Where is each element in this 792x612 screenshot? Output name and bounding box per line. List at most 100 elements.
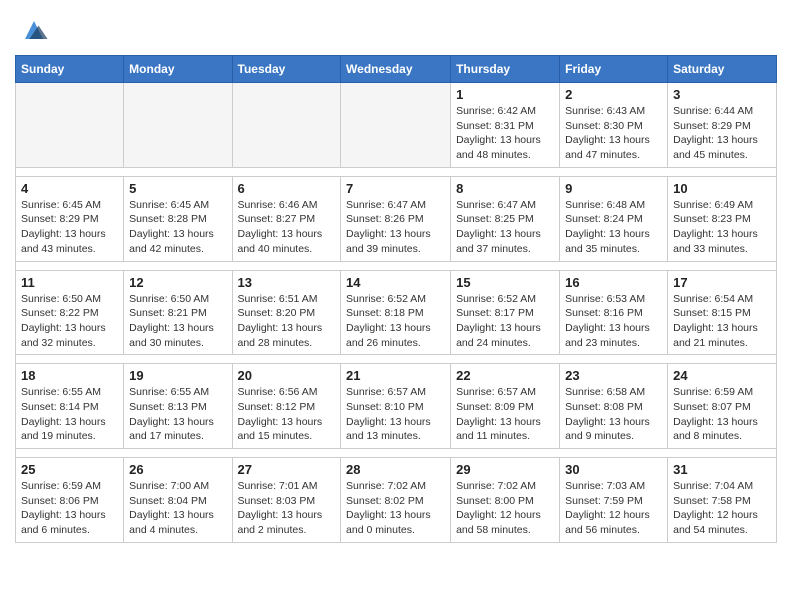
day-info: Sunrise: 6:57 AMSunset: 8:10 PMDaylight:… xyxy=(346,385,445,444)
empty-cell xyxy=(124,83,232,168)
empty-cell xyxy=(16,83,124,168)
day-cell: 5 Sunrise: 6:45 AMSunset: 8:28 PMDaylight… xyxy=(124,176,232,261)
week-separator xyxy=(16,167,777,176)
day-of-week-header: Thursday xyxy=(451,56,560,83)
day-of-week-header: Monday xyxy=(124,56,232,83)
day-number: 27 xyxy=(238,462,336,477)
day-cell: 28Sunrise: 7:02 AMSunset: 8:02 PMDayligh… xyxy=(341,458,451,543)
day-number: 21 xyxy=(346,368,445,383)
day-cell: 13Sunrise: 6:51 AMSunset: 8:20 PMDayligh… xyxy=(232,270,341,355)
day-cell: 17 Sunrise: 6:54 AMSunset: 8:15 PMDayligh… xyxy=(668,270,777,355)
day-number: 5 xyxy=(129,181,226,196)
day-info: Sunrise: 6:52 AMSunset: 8:17 PMDaylight:… xyxy=(456,292,554,351)
page-header xyxy=(15,15,777,45)
day-cell: 20 Sunrise: 6:56 AMSunset: 8:12 PMDayligh… xyxy=(232,364,341,449)
day-number: 16 xyxy=(565,275,662,290)
empty-cell xyxy=(341,83,451,168)
day-cell: 31Sunrise: 7:04 AMSunset: 7:58 PMDayligh… xyxy=(668,458,777,543)
day-cell: 2 Sunrise: 6:43 AMSunset: 8:30 PMDaylight… xyxy=(560,83,668,168)
day-number: 19 xyxy=(129,368,226,383)
day-info: Sunrise: 6:54 AMSunset: 8:15 PMDaylight:… xyxy=(673,292,771,351)
calendar-table: SundayMondayTuesdayWednesdayThursdayFrid… xyxy=(15,55,777,543)
day-cell: 30 Sunrise: 7:03 AMSunset: 7:59 PMDayligh… xyxy=(560,458,668,543)
day-number: 26 xyxy=(129,462,226,477)
day-number: 6 xyxy=(238,181,336,196)
day-number: 7 xyxy=(346,181,445,196)
calendar-week-row: 4Sunrise: 6:45 AMSunset: 8:29 PMDaylight… xyxy=(16,176,777,261)
day-cell: 8 Sunrise: 6:47 AMSunset: 8:25 PMDaylight… xyxy=(451,176,560,261)
day-number: 20 xyxy=(238,368,336,383)
day-number: 13 xyxy=(238,275,336,290)
day-info: Sunrise: 6:59 AMSunset: 8:06 PMDaylight:… xyxy=(21,479,118,538)
day-number: 11 xyxy=(21,275,118,290)
day-info: Sunrise: 6:49 AMSunset: 8:23 PMDaylight:… xyxy=(673,198,771,257)
day-of-week-header: Saturday xyxy=(668,56,777,83)
day-cell: 6 Sunrise: 6:46 AMSunset: 8:27 PMDaylight… xyxy=(232,176,341,261)
day-number: 23 xyxy=(565,368,662,383)
day-number: 15 xyxy=(456,275,554,290)
calendar-week-row: 18 Sunrise: 6:55 AMSunset: 8:14 PMDayligh… xyxy=(16,364,777,449)
day-cell: 27 Sunrise: 7:01 AMSunset: 8:03 PMDayligh… xyxy=(232,458,341,543)
day-cell: 19Sunrise: 6:55 AMSunset: 8:13 PMDayligh… xyxy=(124,364,232,449)
day-number: 3 xyxy=(673,87,771,102)
week-separator xyxy=(16,355,777,364)
week-separator xyxy=(16,261,777,270)
day-of-week-header: Friday xyxy=(560,56,668,83)
day-of-week-header: Sunday xyxy=(16,56,124,83)
day-info: Sunrise: 6:58 AMSunset: 8:08 PMDaylight:… xyxy=(565,385,662,444)
day-cell: 21 Sunrise: 6:57 AMSunset: 8:10 PMDayligh… xyxy=(341,364,451,449)
day-info: Sunrise: 6:50 AMSunset: 8:21 PMDaylight:… xyxy=(129,292,226,351)
day-number: 8 xyxy=(456,181,554,196)
day-info: Sunrise: 6:59 AMSunset: 8:07 PMDaylight:… xyxy=(673,385,771,444)
day-info: Sunrise: 6:56 AMSunset: 8:12 PMDaylight:… xyxy=(238,385,336,444)
day-info: Sunrise: 6:57 AMSunset: 8:09 PMDaylight:… xyxy=(456,385,554,444)
day-of-week-header: Tuesday xyxy=(232,56,341,83)
day-info: Sunrise: 6:42 AMSunset: 8:31 PMDaylight:… xyxy=(456,104,554,163)
day-number: 24 xyxy=(673,368,771,383)
day-number: 29 xyxy=(456,462,554,477)
day-cell: 18 Sunrise: 6:55 AMSunset: 8:14 PMDayligh… xyxy=(16,364,124,449)
day-number: 25 xyxy=(21,462,118,477)
day-info: Sunrise: 6:45 AMSunset: 8:28 PMDaylight:… xyxy=(129,198,226,257)
day-cell: 15 Sunrise: 6:52 AMSunset: 8:17 PMDayligh… xyxy=(451,270,560,355)
day-info: Sunrise: 7:02 AMSunset: 8:00 PMDaylight:… xyxy=(456,479,554,538)
day-cell: 29 Sunrise: 7:02 AMSunset: 8:00 PMDayligh… xyxy=(451,458,560,543)
calendar-week-row: 11Sunrise: 6:50 AMSunset: 8:22 PMDayligh… xyxy=(16,270,777,355)
day-number: 18 xyxy=(21,368,118,383)
day-info: Sunrise: 6:46 AMSunset: 8:27 PMDaylight:… xyxy=(238,198,336,257)
day-cell: 26Sunrise: 7:00 AMSunset: 8:04 PMDayligh… xyxy=(124,458,232,543)
day-of-week-header: Wednesday xyxy=(341,56,451,83)
calendar-week-row: 1Sunrise: 6:42 AMSunset: 8:31 PMDaylight… xyxy=(16,83,777,168)
day-info: Sunrise: 6:52 AMSunset: 8:18 PMDaylight:… xyxy=(346,292,445,351)
day-cell: 16 Sunrise: 6:53 AMSunset: 8:16 PMDayligh… xyxy=(560,270,668,355)
day-cell: 24 Sunrise: 6:59 AMSunset: 8:07 PMDayligh… xyxy=(668,364,777,449)
day-number: 17 xyxy=(673,275,771,290)
day-info: Sunrise: 6:47 AMSunset: 8:25 PMDaylight:… xyxy=(456,198,554,257)
day-cell: 25 Sunrise: 6:59 AMSunset: 8:06 PMDayligh… xyxy=(16,458,124,543)
day-number: 12 xyxy=(129,275,226,290)
day-info: Sunrise: 7:02 AMSunset: 8:02 PMDaylight:… xyxy=(346,479,445,538)
day-cell: 10 Sunrise: 6:49 AMSunset: 8:23 PMDayligh… xyxy=(668,176,777,261)
day-info: Sunrise: 7:01 AMSunset: 8:03 PMDaylight:… xyxy=(238,479,336,538)
day-number: 2 xyxy=(565,87,662,102)
day-info: Sunrise: 6:55 AMSunset: 8:14 PMDaylight:… xyxy=(21,385,118,444)
day-cell: 4Sunrise: 6:45 AMSunset: 8:29 PMDaylight… xyxy=(16,176,124,261)
calendar-week-row: 25 Sunrise: 6:59 AMSunset: 8:06 PMDayligh… xyxy=(16,458,777,543)
day-number: 9 xyxy=(565,181,662,196)
day-number: 10 xyxy=(673,181,771,196)
day-info: Sunrise: 6:48 AMSunset: 8:24 PMDaylight:… xyxy=(565,198,662,257)
day-number: 30 xyxy=(565,462,662,477)
day-info: Sunrise: 6:47 AMSunset: 8:26 PMDaylight:… xyxy=(346,198,445,257)
day-number: 31 xyxy=(673,462,771,477)
day-info: Sunrise: 6:43 AMSunset: 8:30 PMDaylight:… xyxy=(565,104,662,163)
day-info: Sunrise: 6:44 AMSunset: 8:29 PMDaylight:… xyxy=(673,104,771,163)
day-info: Sunrise: 6:53 AMSunset: 8:16 PMDaylight:… xyxy=(565,292,662,351)
day-cell: 1Sunrise: 6:42 AMSunset: 8:31 PMDaylight… xyxy=(451,83,560,168)
day-info: Sunrise: 6:45 AMSunset: 8:29 PMDaylight:… xyxy=(21,198,118,257)
day-info: Sunrise: 7:03 AMSunset: 7:59 PMDaylight:… xyxy=(565,479,662,538)
logo xyxy=(15,15,49,45)
day-cell: 9 Sunrise: 6:48 AMSunset: 8:24 PMDaylight… xyxy=(560,176,668,261)
empty-cell xyxy=(232,83,341,168)
day-number: 14 xyxy=(346,275,445,290)
logo-icon xyxy=(19,15,49,45)
